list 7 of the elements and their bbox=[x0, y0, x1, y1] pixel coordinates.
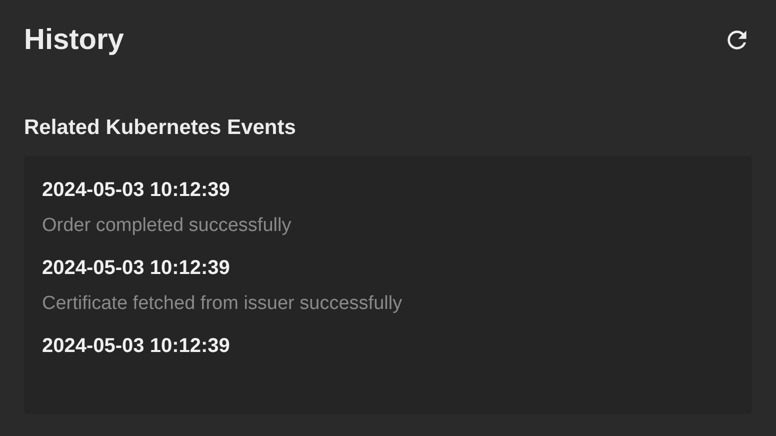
page-title: History bbox=[24, 23, 124, 58]
event-message: Order completed successfully bbox=[42, 214, 292, 238]
event-time: 2024-05-03 10:12:39 bbox=[42, 334, 231, 359]
event-time: 2024-05-03 10:12:39 bbox=[42, 256, 231, 281]
section-title: Related Kubernetes Events bbox=[24, 115, 297, 141]
event-message: Certificate fetched from issuer successfully bbox=[42, 292, 404, 316]
event-time: 2024-05-03 10:12:39 bbox=[42, 178, 231, 203]
